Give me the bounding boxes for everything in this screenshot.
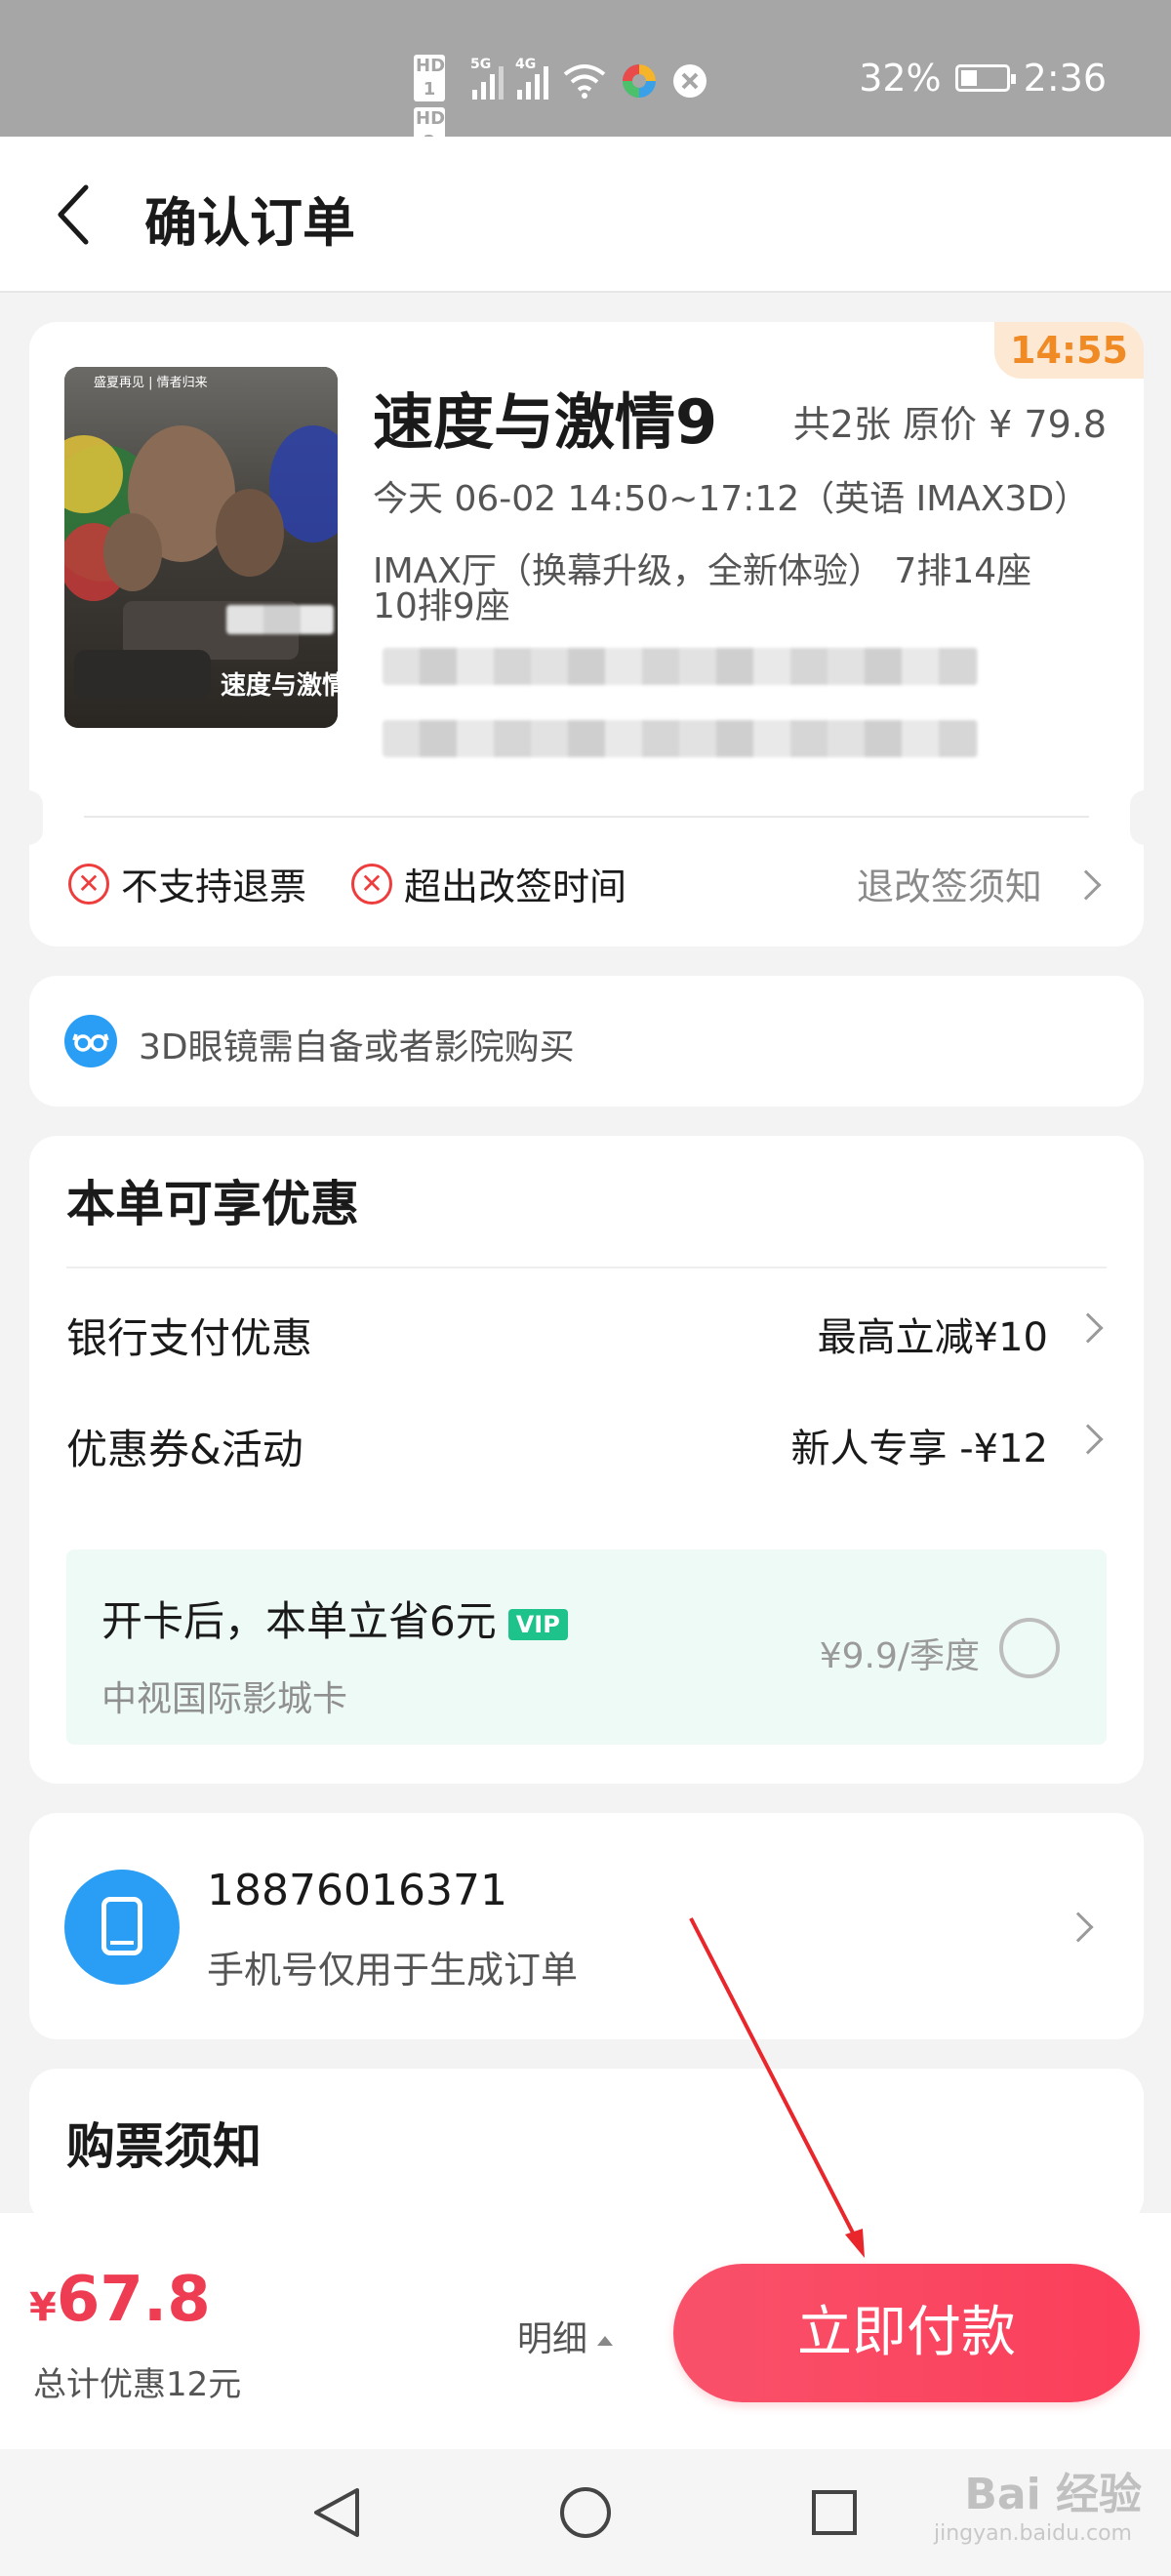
total-price: ¥67.8 — [29, 2264, 211, 2336]
status-right: 32% 2:36 — [859, 57, 1107, 100]
signal-5g-icon: 5G — [470, 57, 504, 100]
poster-title: 速度与激情9 — [221, 670, 338, 701]
card-notch-right — [1130, 790, 1159, 845]
cross-circle-icon: ✕ — [68, 863, 109, 905]
nav-recent-icon[interactable] — [800, 2478, 868, 2547]
phone-number: 18876016371 — [207, 1866, 507, 1915]
notice-title: 购票须知 — [66, 2118, 262, 2175]
blurred-info — [383, 720, 978, 757]
vip-card-offer[interactable]: 开卡后，本单立省6元 VIP 中视国际影城卡 ¥9.9/季度 — [66, 1550, 1107, 1745]
vip-price: ¥9.9/季度 — [819, 1636, 980, 1676]
phone-note: 手机号仅用于生成订单 — [207, 1949, 579, 1992]
movie-poster: 盛夏再见 | 情者归来 速度与激情9 — [64, 367, 338, 728]
order-card: 14:55 盛夏再见 | 情者归来 速度与激情9 速度与激情9 共2张 原价 ¥… — [14, 322, 1159, 946]
glasses-note: 3D眼镜需自备或者影院购买 — [139, 1027, 575, 1067]
cross-circle-icon: ✕ — [351, 863, 392, 905]
vip-cinema-card: 中视国际影城卡 — [101, 1679, 348, 1719]
refund-policy-link[interactable]: 退改签须知 — [856, 857, 1102, 910]
back-arrow-icon[interactable] — [49, 178, 98, 252]
detail-toggle[interactable]: 明细 — [517, 2311, 614, 2361]
refund-policy-label: 退改签须知 — [856, 865, 1042, 908]
chevron-right-icon — [1072, 1424, 1104, 1455]
vip-select-radio[interactable] — [999, 1618, 1060, 1678]
battery-percent: 32% — [859, 57, 942, 100]
no-refund-label: 不支持退票 — [121, 865, 307, 908]
coupon-value: 新人专享 -¥12 — [790, 1427, 1049, 1471]
nav-home-icon[interactable] — [551, 2478, 620, 2547]
nav-back-icon[interactable] — [303, 2478, 371, 2547]
phone-icon — [64, 1870, 180, 1985]
glasses-icon — [64, 1015, 117, 1067]
policy-no-refund: ✕ 不支持退票 — [68, 857, 306, 910]
coupon-label: 优惠券&活动 — [66, 1426, 303, 1473]
discount-card: 本单可享优惠 银行支付优惠 最高立减¥10 优惠券&活动 新人专享 -¥12 开… — [29, 1136, 1144, 1784]
total-saved: 总计优惠12元 — [33, 2365, 242, 2404]
page-title: 确认订单 — [144, 192, 355, 254]
app-color-icon — [623, 64, 656, 98]
battery-icon — [954, 64, 1016, 92]
vip-offer-title: 开卡后，本单立省6元 VIP — [101, 1589, 568, 1648]
poster-art: 盛夏再见 | 情者归来 速度与激情9 — [64, 367, 338, 728]
chevron-right-icon — [1070, 869, 1102, 901]
bank-discount-label: 银行支付优惠 — [66, 1314, 313, 1362]
seat-second: 10排9座 — [373, 586, 510, 626]
app-shield-icon — [673, 64, 707, 98]
wifi-icon — [563, 64, 606, 99]
purchase-notice-card: 购票须知 — [29, 2069, 1144, 2225]
dashed-divider — [84, 816, 1089, 818]
blurred-info — [383, 648, 978, 685]
showtime: 今天 06-02 14:50~17:12（英语 IMAX3D） — [373, 479, 1090, 519]
signal-4g-icon: 4G — [515, 57, 548, 100]
watermark-url: jingyan.baidu.com — [933, 2521, 1132, 2546]
poster-tagline: 盛夏再见 | 情者归来 — [94, 376, 208, 390]
divider — [66, 1267, 1107, 1268]
discount-title: 本单可享优惠 — [66, 1176, 359, 1232]
total-amount: 67.8 — [56, 2264, 211, 2336]
policy-over-change: ✕ 超出改签时间 — [351, 857, 626, 910]
clock: 2:36 — [1023, 57, 1107, 100]
glasses-note-card: 3D眼镜需自备或者影院购买 — [29, 976, 1144, 1107]
bank-discount-value: 最高立减¥10 — [817, 1315, 1048, 1360]
vip-offer-text: 开卡后，本单立省6元 — [101, 1597, 497, 1645]
currency-symbol: ¥ — [29, 2285, 57, 2330]
ticket-price-info: 共2张 原价 ¥ 79.8 — [792, 403, 1107, 446]
signal-group: 5G 4G — [470, 57, 708, 100]
phone-card[interactable]: 18876016371 手机号仅用于生成订单 — [29, 1813, 1144, 2039]
blurred-info — [226, 605, 334, 634]
pay-now-button[interactable]: 立即付款 — [673, 2264, 1140, 2402]
movie-title: 速度与激情9 — [373, 386, 718, 458]
caret-up-icon — [597, 2336, 614, 2346]
countdown-timer: 14:55 — [994, 322, 1144, 379]
checkout-bar: ¥67.8 总计优惠12元 明细 立即付款 — [0, 2213, 1171, 2449]
nav-header: 确认订单 — [0, 137, 1171, 293]
bank-discount-row[interactable]: 银行支付优惠 最高立减¥10 — [66, 1306, 1107, 1364]
card-notch-left — [14, 790, 43, 845]
coupon-row[interactable]: 优惠券&活动 新人专享 -¥12 — [66, 1417, 1107, 1475]
vip-badge: VIP — [507, 1608, 568, 1640]
detail-label: 明细 — [517, 2319, 588, 2359]
chevron-right-icon — [1072, 1312, 1104, 1344]
baidu-watermark: Bai 经验 — [964, 2470, 1142, 2519]
status-bar: HD 1 HD 2 5G 4G 32% — [0, 0, 1171, 154]
hd1-icon: HD 1 — [414, 55, 446, 101]
over-change-label: 超出改签时间 — [404, 865, 627, 908]
chevron-right-icon — [1063, 1912, 1094, 1943]
system-nav-bar: Bai 经验 jingyan.baidu.com — [0, 2449, 1171, 2576]
